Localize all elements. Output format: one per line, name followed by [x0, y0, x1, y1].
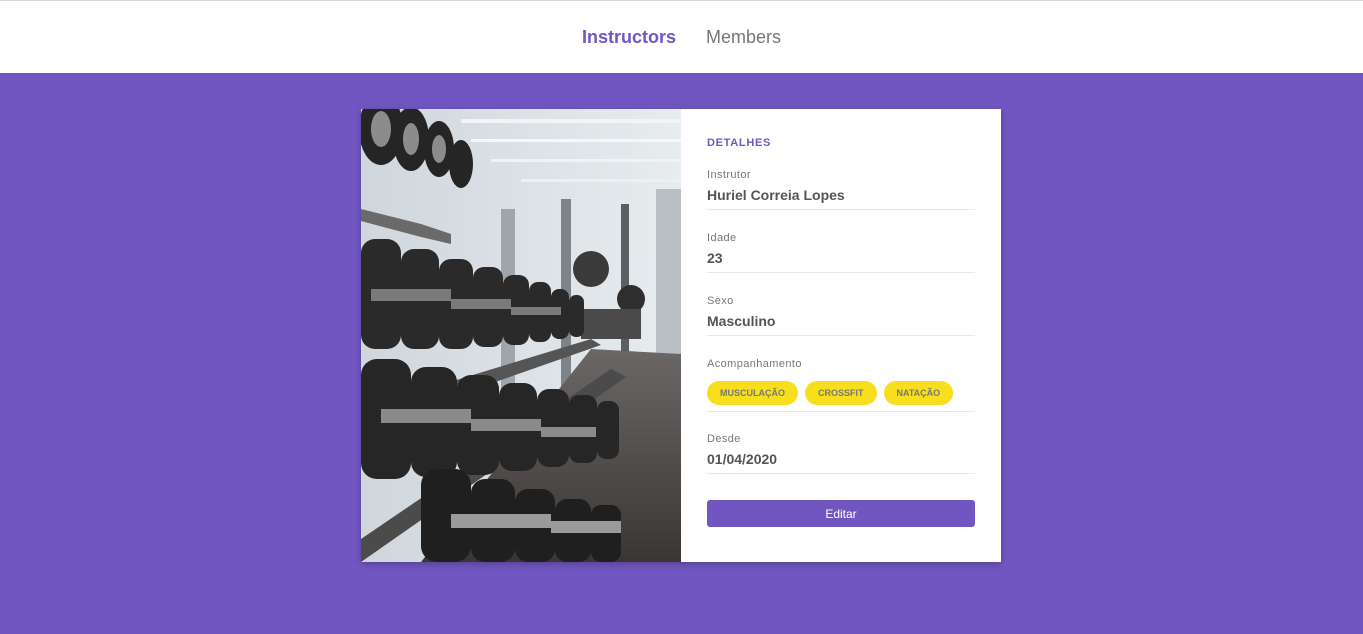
services-field: Acompanhamento MUSCULAÇÃO CROSSFIT NATAÇ… [707, 358, 975, 412]
instructor-field: Instrutor Huriel Correia Lopes [707, 169, 975, 210]
nav-members-link[interactable]: Members [706, 27, 781, 48]
gender-field: Sexo Masculino [707, 295, 975, 336]
top-nav: Instructors Members [0, 0, 1363, 73]
age-label: Idade [707, 232, 737, 244]
section-title: DETALHES [707, 137, 772, 149]
gender-value: Masculino [707, 313, 776, 329]
instructor-name: Huriel Correia Lopes [707, 187, 845, 203]
gender-label: Sexo [707, 295, 734, 307]
since-value: 01/04/2020 [707, 451, 778, 467]
gym-photo [361, 109, 681, 562]
age-field: Idade 23 [707, 232, 975, 273]
since-label: Desde [707, 433, 741, 445]
service-tag: MUSCULAÇÃO [707, 381, 798, 405]
services-tags: MUSCULAÇÃO CROSSFIT NATAÇÃO [707, 381, 975, 405]
details-panel: DETALHES Instrutor Huriel Correia Lopes … [681, 109, 1001, 562]
edit-button[interactable]: Editar [707, 500, 975, 527]
service-tag: CROSSFIT [805, 381, 877, 405]
nav-instructors-link[interactable]: Instructors [582, 27, 676, 48]
instructor-label: Instrutor [707, 169, 751, 181]
services-label: Acompanhamento [707, 358, 802, 370]
instructor-card: DETALHES Instrutor Huriel Correia Lopes … [361, 109, 1001, 562]
age-value: 23 [707, 250, 723, 266]
since-field: Desde 01/04/2020 [707, 433, 975, 474]
service-tag: NATAÇÃO [883, 381, 954, 405]
